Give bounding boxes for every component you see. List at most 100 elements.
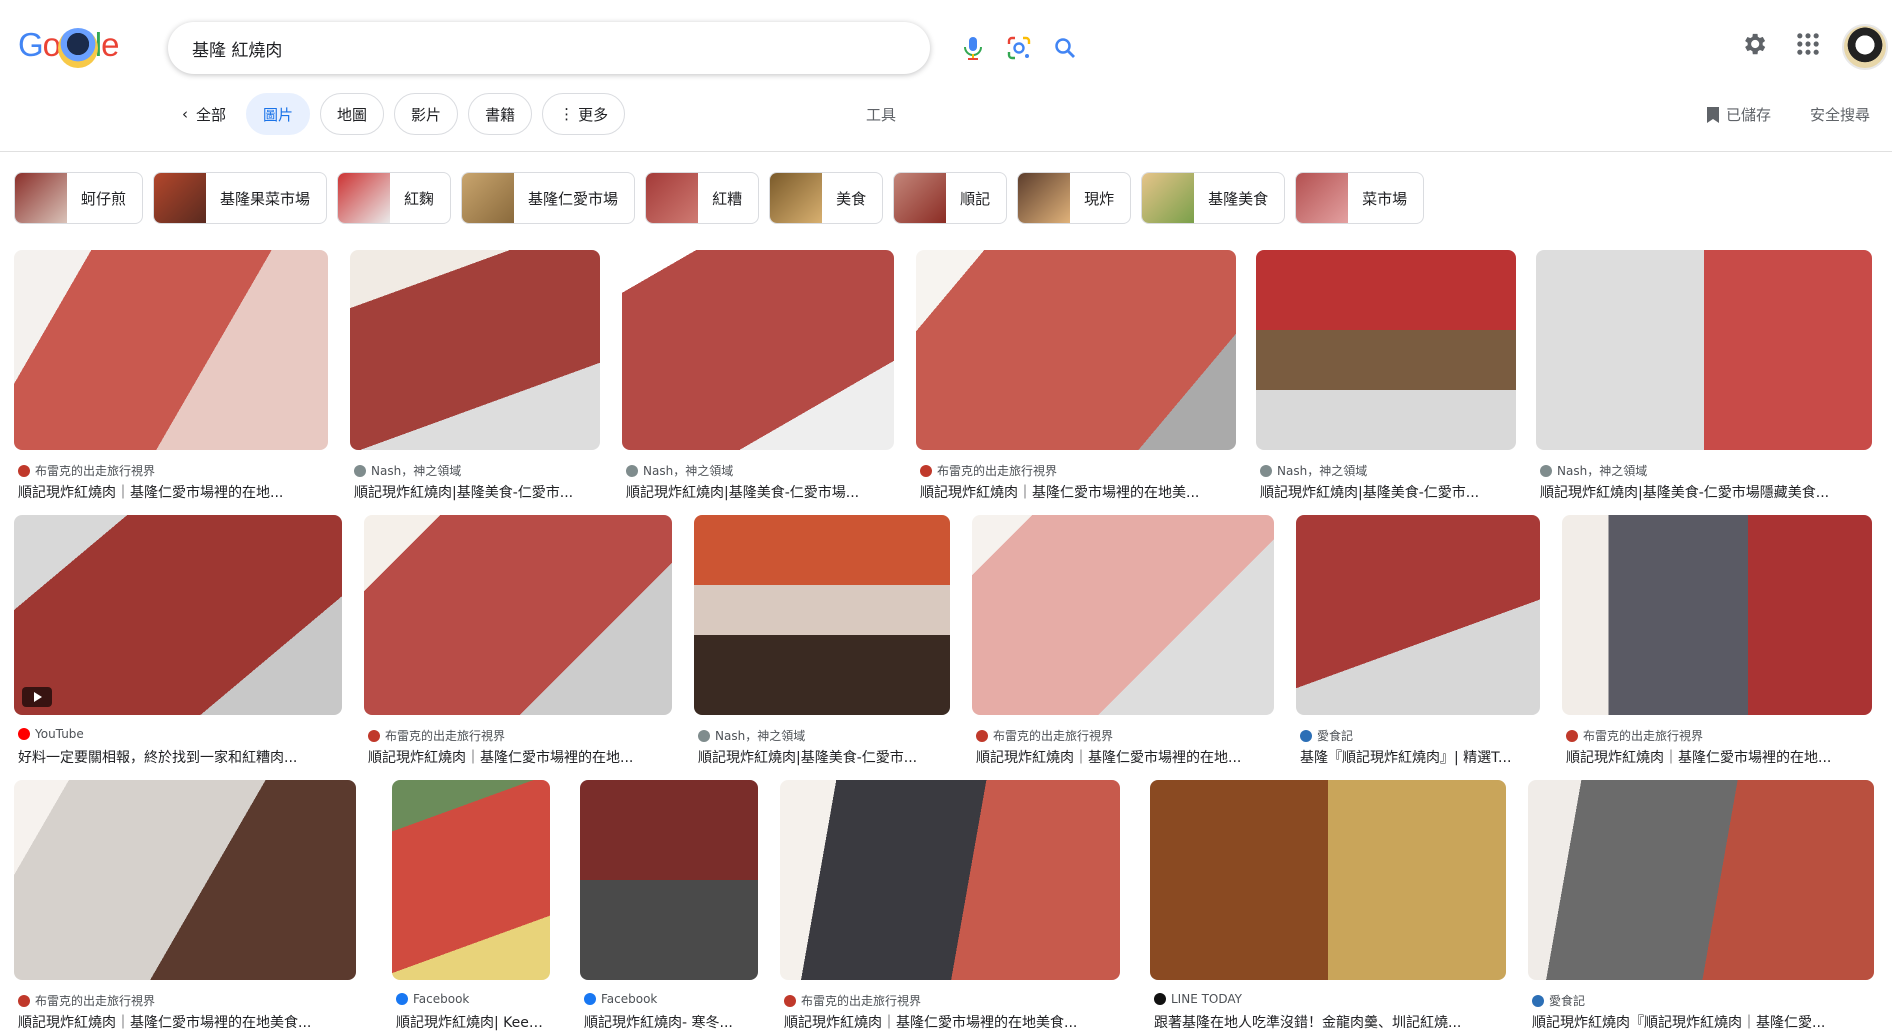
image-result-card[interactable]: 愛食記順記現炸紅燒肉『順記現炸紅燒肉｜基隆仁愛... xyxy=(1528,780,1874,1032)
tab-maps[interactable]: 地圖 xyxy=(320,93,385,135)
tab-videos[interactable]: 影片 xyxy=(394,93,459,135)
image-result-card[interactable]: 布雷克的出走旅行視界順記現炸紅燒肉｜基隆仁愛市場裡的在地美... xyxy=(916,250,1236,502)
related-chip[interactable]: 現炸 xyxy=(1017,172,1132,224)
result-thumbnail[interactable] xyxy=(780,780,1120,980)
tab-images[interactable]: 圖片 xyxy=(246,93,311,135)
image-result-card[interactable]: 布雷克的出走旅行視界順記現炸紅燒肉｜基隆仁愛市場裡的在地... xyxy=(364,515,672,767)
result-title[interactable]: 順記現炸紅燒肉|基隆美食-仁愛市場隱藏美食... xyxy=(1540,482,1868,502)
result-title[interactable]: 順記現炸紅燒肉| Keelu... xyxy=(396,1012,546,1032)
result-thumbnail[interactable] xyxy=(14,515,342,715)
result-title[interactable]: 順記現炸紅燒肉｜基隆仁愛市場裡的在地美食... xyxy=(18,1012,352,1032)
result-source[interactable]: Nash，神之領域 xyxy=(1540,462,1647,479)
image-result-card[interactable]: 布雷克的出走旅行視界順記現炸紅燒肉｜基隆仁愛市場裡的在地... xyxy=(14,250,328,502)
image-result-card[interactable]: Facebook 順記現炸紅燒肉| Keelu... xyxy=(392,780,550,1032)
result-thumbnail[interactable] xyxy=(622,250,894,450)
image-result-card[interactable]: Nash，神之領域順記現炸紅燒肉|基隆美食-仁愛市... xyxy=(350,250,600,502)
lens-icon[interactable] xyxy=(1006,35,1032,61)
result-title[interactable]: 順記現炸紅燒肉『順記現炸紅燒肉｜基隆仁愛... xyxy=(1532,1012,1870,1032)
image-result-card[interactable]: LINE TODAY 跟著基隆在地人吃準沒錯！金龍肉羹、圳記紅燒... xyxy=(1150,780,1506,1032)
tab-books[interactable]: 書籍 xyxy=(468,93,533,135)
result-thumbnail[interactable] xyxy=(14,780,356,980)
tools-button[interactable]: 工具 xyxy=(866,104,896,125)
result-title[interactable]: 基隆『順記現炸紅燒肉』| 精選T... xyxy=(1300,747,1536,767)
result-title[interactable]: 順記現炸紅燒肉|基隆美食-仁愛市... xyxy=(698,747,946,767)
mic-icon[interactable] xyxy=(960,35,986,61)
result-source[interactable]: Facebook xyxy=(584,992,657,1006)
result-thumbnail[interactable] xyxy=(14,250,328,450)
related-chip[interactable]: 基隆仁愛市場 xyxy=(461,172,636,224)
related-chip[interactable]: 紅麴 xyxy=(337,172,452,224)
gear-icon[interactable] xyxy=(1740,30,1772,62)
image-result-card[interactable]: Nash，神之領域順記現炸紅燒肉|基隆美食-仁愛市... xyxy=(1256,250,1516,502)
result-title[interactable]: 順記現炸紅燒肉|基隆美食-仁愛市場... xyxy=(626,482,890,502)
result-source[interactable]: 愛食記 xyxy=(1532,992,1585,1009)
result-title[interactable]: 順記現炸紅燒肉｜基隆仁愛市場裡的在地... xyxy=(976,747,1270,767)
related-chip[interactable]: 順記 xyxy=(893,172,1008,224)
tab-more[interactable]: ⋮ 更多 xyxy=(542,93,626,135)
result-title[interactable]: 順記現炸紅燒肉- 寒冬... xyxy=(584,1012,754,1032)
avatar[interactable] xyxy=(1842,24,1888,70)
related-chip[interactable]: 蚵仔煎 xyxy=(14,172,144,224)
related-chip[interactable]: 基隆美食 xyxy=(1141,172,1286,224)
result-title[interactable]: 順記現炸紅燒肉｜基隆仁愛市場裡的在地... xyxy=(18,482,324,502)
result-source[interactable]: Nash，神之領域 xyxy=(698,727,805,744)
saved-button[interactable]: 已儲存 xyxy=(1706,104,1771,125)
result-source[interactable]: LINE TODAY xyxy=(1154,992,1242,1006)
result-thumbnail[interactable] xyxy=(1562,515,1872,715)
related-chip[interactable]: 紅糟 xyxy=(645,172,760,224)
result-title[interactable]: 順記現炸紅燒肉|基隆美食-仁愛市... xyxy=(354,482,596,502)
result-title[interactable]: 順記現炸紅燒肉｜基隆仁愛市場裡的在地... xyxy=(368,747,668,767)
result-thumbnail[interactable] xyxy=(350,250,600,450)
related-chip[interactable]: 基隆果菜市場 xyxy=(153,172,328,224)
image-result-card[interactable]: 布雷克的出走旅行視界順記現炸紅燒肉｜基隆仁愛市場裡的在地... xyxy=(972,515,1274,767)
search-icon[interactable] xyxy=(1052,35,1078,61)
google-logo[interactable]: Google xyxy=(18,26,123,68)
related-chip[interactable]: 菜市場 xyxy=(1295,172,1425,224)
result-source[interactable]: 布雷克的出走旅行視界 xyxy=(18,992,155,1009)
image-result-card[interactable]: Nash，神之領域順記現炸紅燒肉|基隆美食-仁愛市... xyxy=(694,515,950,767)
result-source[interactable]: 布雷克的出走旅行視界 xyxy=(368,727,505,744)
result-title[interactable]: 跟著基隆在地人吃準沒錯！金龍肉羹、圳記紅燒... xyxy=(1154,1012,1502,1032)
result-source[interactable]: YouTube xyxy=(18,727,84,741)
result-thumbnail[interactable] xyxy=(364,515,672,715)
result-title[interactable]: 順記現炸紅燒肉｜基隆仁愛市場裡的在地美... xyxy=(920,482,1232,502)
result-source[interactable]: 布雷克的出走旅行視界 xyxy=(784,992,921,1009)
result-thumbnail[interactable] xyxy=(1536,250,1872,450)
related-chip[interactable]: 美食 xyxy=(769,172,884,224)
result-thumbnail[interactable] xyxy=(1150,780,1506,980)
result-title[interactable]: 好料一定要關相報，終於找到一家和紅糟肉... xyxy=(18,747,338,767)
result-thumbnail[interactable] xyxy=(972,515,1274,715)
safe-search-button[interactable]: 安全搜尋 xyxy=(1810,104,1870,125)
result-source[interactable]: 布雷克的出走旅行視界 xyxy=(976,727,1113,744)
image-result-card[interactable]: 布雷克的出走旅行視界順記現炸紅燒肉｜基隆仁愛市場裡的在地美食... xyxy=(14,780,356,1032)
result-source[interactable]: 愛食記 xyxy=(1300,727,1353,744)
result-thumbnail[interactable] xyxy=(1256,250,1516,450)
apps-icon[interactable] xyxy=(1794,30,1826,62)
search-input[interactable] xyxy=(192,22,752,74)
result-source[interactable]: Nash，神之領域 xyxy=(1260,462,1367,479)
result-thumbnail[interactable] xyxy=(580,780,758,980)
result-thumbnail[interactable] xyxy=(694,515,950,715)
image-result-card[interactable]: 布雷克的出走旅行視界順記現炸紅燒肉｜基隆仁愛市場裡的在地... xyxy=(1562,515,1872,767)
result-title[interactable]: 順記現炸紅燒肉｜基隆仁愛市場裡的在地美食... xyxy=(784,1012,1116,1032)
result-title[interactable]: 順記現炸紅燒肉｜基隆仁愛市場裡的在地... xyxy=(1566,747,1868,767)
image-result-card[interactable]: 愛食記基隆『順記現炸紅燒肉』| 精選T... xyxy=(1296,515,1540,767)
tab-back-all[interactable]: ‹ 全部 xyxy=(172,93,237,135)
result-source[interactable]: Nash，神之領域 xyxy=(626,462,733,479)
result-thumbnail[interactable] xyxy=(916,250,1236,450)
result-source[interactable]: Nash，神之領域 xyxy=(354,462,461,479)
result-source[interactable]: 布雷克的出走旅行視界 xyxy=(18,462,155,479)
image-result-card[interactable]: 布雷克的出走旅行視界順記現炸紅燒肉｜基隆仁愛市場裡的在地美食... xyxy=(780,780,1120,1032)
image-result-card[interactable]: Nash，神之領域順記現炸紅燒肉|基隆美食-仁愛市場隱藏美食... xyxy=(1536,250,1872,502)
image-result-card[interactable]: YouTube 好料一定要關相報，終於找到一家和紅糟肉... xyxy=(14,515,342,767)
result-source[interactable]: 布雷克的出走旅行視界 xyxy=(1566,727,1703,744)
image-result-card[interactable]: Nash，神之領域順記現炸紅燒肉|基隆美食-仁愛市場... xyxy=(622,250,894,502)
result-title[interactable]: 順記現炸紅燒肉|基隆美食-仁愛市... xyxy=(1260,482,1512,502)
search-box[interactable] xyxy=(168,22,1075,74)
result-thumbnail[interactable] xyxy=(1296,515,1540,715)
result-source[interactable]: 布雷克的出走旅行視界 xyxy=(920,462,1057,479)
image-result-card[interactable]: Facebook 順記現炸紅燒肉- 寒冬... xyxy=(580,780,758,1032)
result-thumbnail[interactable] xyxy=(392,780,550,980)
result-source[interactable]: Facebook xyxy=(396,992,469,1006)
result-thumbnail[interactable] xyxy=(1528,780,1874,980)
